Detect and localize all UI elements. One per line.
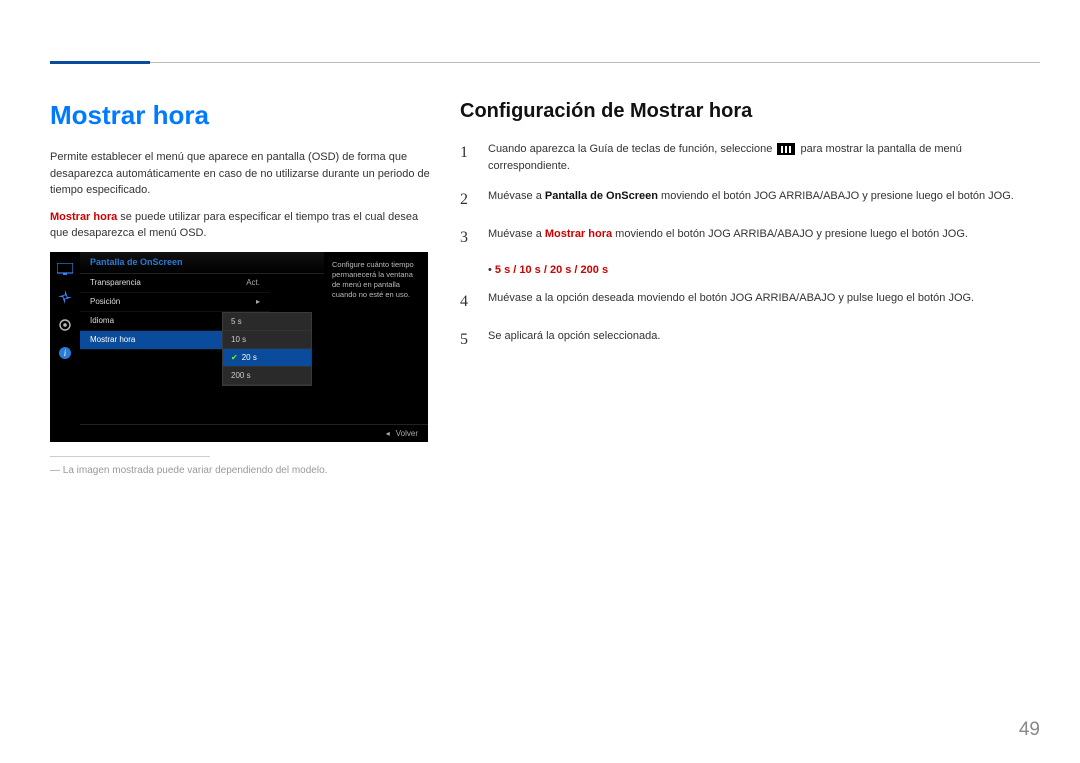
step-5: 5 Se aplicará la opción seleccionada. <box>460 328 1040 352</box>
osd-row-label: Posición <box>90 297 120 306</box>
osd-row-value: ▸ <box>256 297 260 306</box>
bullet-dot: • <box>488 264 495 276</box>
footnote-divider <box>50 456 210 457</box>
osd-submenu: 5 s 10 s 20 s 200 s <box>222 312 312 386</box>
footnote-prefix: ― <box>50 465 63 476</box>
page-title: Mostrar hora <box>50 100 430 131</box>
step-2-text-b: moviendo el botón JOG ARRIBA/ABAJO y pre… <box>658 190 1014 202</box>
osd-row-transparencia: Transparencia Act. <box>80 274 270 293</box>
footnote-text: La imagen mostrada puede variar dependie… <box>63 465 328 476</box>
gear-icon <box>56 316 74 334</box>
step-2-text-a: Muévase a <box>488 190 545 202</box>
info-icon: i <box>56 344 74 362</box>
step-text: Muévase a Mostrar hora moviendo el botón… <box>488 226 968 250</box>
step-1: 1 Cuando aparezca la Guía de teclas de f… <box>460 141 1040 174</box>
step-number: 2 <box>460 188 474 212</box>
osd-footer: ◂ Volver <box>80 424 428 442</box>
page-content: Mostrar hora Permite establecer el menú … <box>50 100 1040 476</box>
osd-screenshot: i Pantalla de OnScreen Transparencia Act… <box>50 252 428 442</box>
steps-list: 1 Cuando aparezca la Guía de teclas de f… <box>460 141 1040 250</box>
options-values: 5 s / 10 s / 20 s / 200 s <box>495 264 608 276</box>
intro-bold-term: Mostrar hora <box>50 211 117 223</box>
osd-option-10s: 10 s <box>223 331 311 349</box>
step-2: 2 Muévase a Pantalla de OnScreen moviend… <box>460 188 1040 212</box>
osd-option-20s: 20 s <box>223 349 311 367</box>
top-divider <box>50 62 1040 63</box>
step-text: Se aplicará la opción seleccionada. <box>488 328 660 352</box>
left-column: Mostrar hora Permite establecer el menú … <box>50 100 430 476</box>
options-bullet: • 5 s / 10 s / 20 s / 200 s <box>488 264 1040 276</box>
osd-sidebar: i <box>50 252 80 442</box>
osd-row-label: Idioma <box>90 316 114 325</box>
top-divider-accent <box>50 61 150 64</box>
menu-icon <box>777 143 795 155</box>
step-2-bold: Pantalla de OnScreen <box>545 190 658 202</box>
step-text: Cuando aparezca la Guía de teclas de fun… <box>488 141 1040 174</box>
osd-description-panel: Configure cuánto tiempo permanecerá la v… <box>324 252 428 442</box>
steps-list-continued: 4 Muévase a la opción deseada moviendo e… <box>460 290 1040 352</box>
step-text: Muévase a Pantalla de OnScreen moviendo … <box>488 188 1014 212</box>
step-1-text-a: Cuando aparezca la Guía de teclas de fun… <box>488 143 775 155</box>
page-number: 49 <box>1019 719 1040 741</box>
osd-row-label: Mostrar hora <box>90 335 135 344</box>
osd-row-label: Transparencia <box>90 278 141 287</box>
step-3-text-b: moviendo el botón JOG ARRIBA/ABAJO y pre… <box>612 228 968 240</box>
osd-row-value: Act. <box>246 278 260 287</box>
display-icon <box>56 260 74 278</box>
step-number: 4 <box>460 290 474 314</box>
osd-option-200s: 200 s <box>223 367 311 385</box>
step-number: 1 <box>460 141 474 174</box>
intro-paragraph-1: Permite establecer el menú que aparece e… <box>50 149 430 199</box>
step-text: Muévase a la opción deseada moviendo el … <box>488 290 974 314</box>
nav-icon <box>56 288 74 306</box>
back-arrow-icon: ◂ <box>386 429 390 438</box>
step-3: 3 Muévase a Mostrar hora moviendo el bot… <box>460 226 1040 250</box>
step-number: 5 <box>460 328 474 352</box>
osd-footer-back: Volver <box>396 429 418 438</box>
footnote: ― La imagen mostrada puede variar depend… <box>50 465 430 476</box>
step-number: 3 <box>460 226 474 250</box>
right-column: Configuración de Mostrar hora 1 Cuando a… <box>460 100 1040 476</box>
section-title: Configuración de Mostrar hora <box>460 100 1040 123</box>
osd-row-posicion: Posición ▸ <box>80 293 270 312</box>
intro-paragraph-2: Mostrar hora se puede utilizar para espe… <box>50 209 430 242</box>
step-3-text-a: Muévase a <box>488 228 545 240</box>
step-4: 4 Muévase a la opción deseada moviendo e… <box>460 290 1040 314</box>
step-3-bold: Mostrar hora <box>545 228 612 240</box>
osd-option-5s: 5 s <box>223 313 311 331</box>
